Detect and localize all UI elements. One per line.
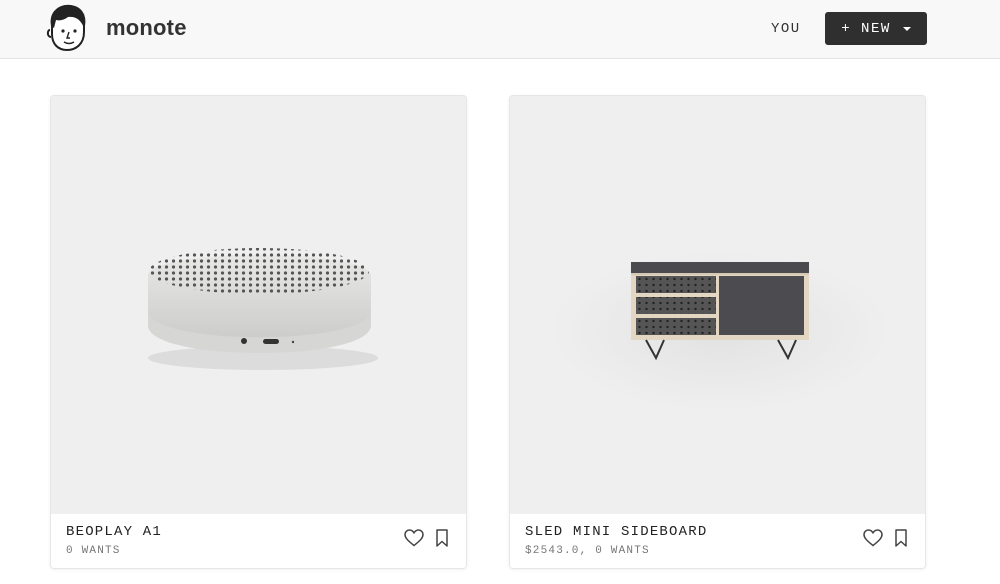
speaker-image: [148, 248, 378, 370]
chevron-down-icon: [902, 26, 911, 31]
heart-icon[interactable]: [863, 529, 883, 547]
product-card[interactable]: BEOPLAY A1 0 WANTS: [50, 95, 467, 569]
new-button-label: + NEW: [841, 20, 891, 37]
you-link[interactable]: YOU: [771, 21, 801, 37]
product-image[interactable]: [510, 96, 925, 514]
product-card[interactable]: SLED MINI SIDEBOARD $2543.0, 0 WANTS: [509, 95, 926, 569]
product-footer: BEOPLAY A1 0 WANTS: [51, 514, 466, 568]
product-wants: 0 WANTS: [66, 545, 121, 557]
top-bar: monote YOU + NEW: [0, 0, 1000, 59]
bookmark-icon[interactable]: [435, 529, 449, 547]
app-name[interactable]: monote: [106, 15, 187, 41]
new-button[interactable]: + NEW: [825, 12, 927, 45]
product-title[interactable]: SLED MINI SIDEBOARD: [525, 524, 707, 540]
avatar-logo-icon[interactable]: [46, 4, 88, 52]
sideboard-image: [550, 251, 890, 411]
heart-icon[interactable]: [404, 529, 424, 547]
product-title[interactable]: BEOPLAY A1: [66, 524, 162, 540]
product-image[interactable]: [51, 96, 466, 514]
product-price-wants: $2543.0, 0 WANTS: [525, 545, 650, 557]
bookmark-icon[interactable]: [894, 529, 908, 547]
product-footer: SLED MINI SIDEBOARD $2543.0, 0 WANTS: [510, 514, 925, 568]
